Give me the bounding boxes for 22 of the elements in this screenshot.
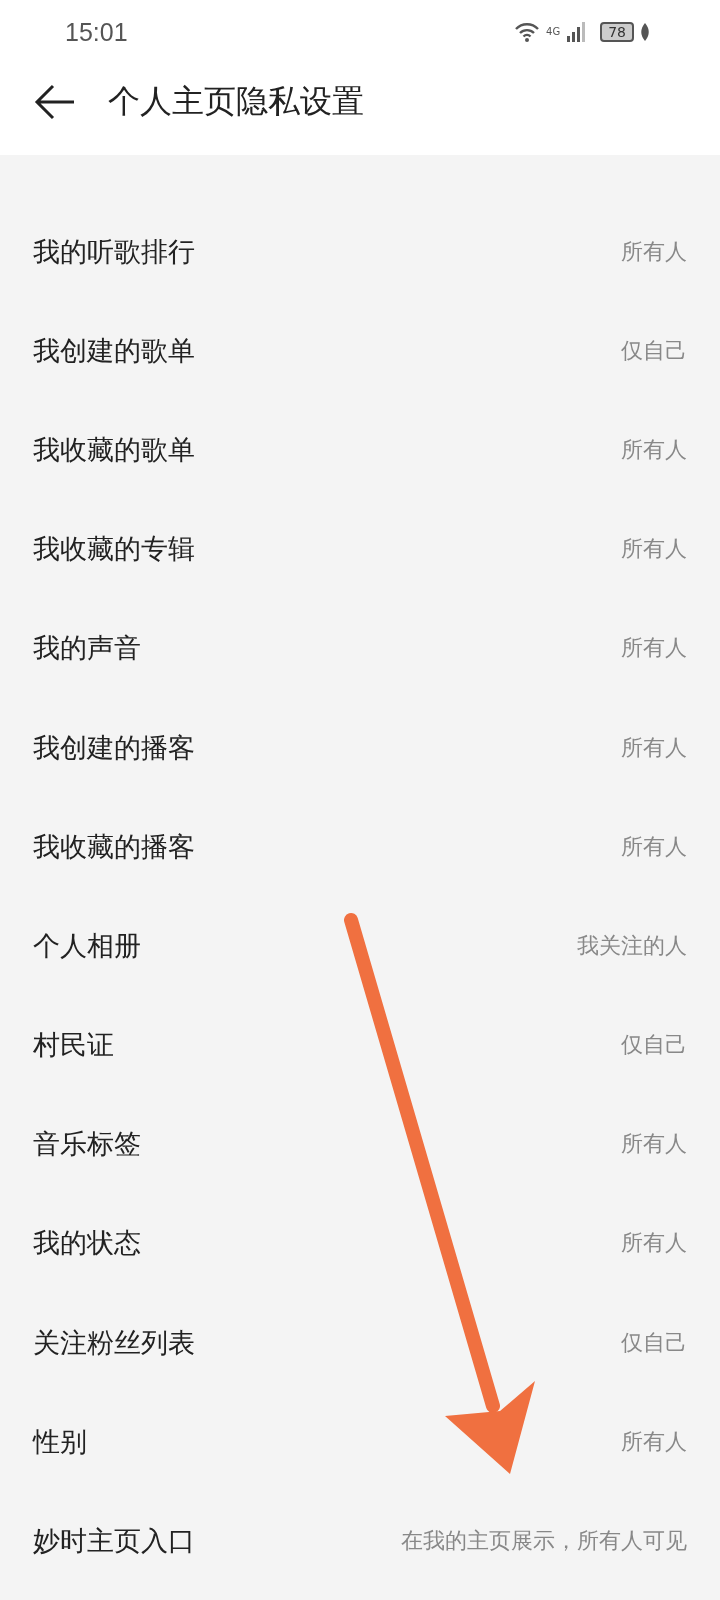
setting-row[interactable]: 我收藏的歌单 所有人 xyxy=(0,400,720,500)
setting-row[interactable]: 我收藏的专辑 所有人 xyxy=(0,499,720,599)
setting-row[interactable]: 个人相册 我关注的人 xyxy=(0,896,720,996)
setting-row[interactable]: 我创建的歌单 仅自己 xyxy=(0,301,720,401)
leaf-icon xyxy=(640,23,650,41)
status-time: 15:01 xyxy=(65,17,128,47)
setting-row[interactable]: 我的状态 所有人 xyxy=(0,1193,720,1294)
setting-row[interactable]: 音乐标签 所有人 xyxy=(0,1094,720,1194)
page-title: 个人主页隐私设置 xyxy=(108,81,364,122)
setting-row[interactable]: 我的声音 所有人 xyxy=(0,598,720,698)
setting-row[interactable]: 我收藏的播客 所有人 xyxy=(0,797,720,897)
signal-icon xyxy=(566,22,587,42)
setting-row[interactable]: 村民证 仅自己 xyxy=(0,995,720,1095)
setting-row[interactable]: 妙时主页入口 在我的主页展示，所有人可见 xyxy=(0,1491,720,1591)
setting-row[interactable]: 关注粉丝列表 仅自己 xyxy=(0,1293,720,1393)
network-type: 4G xyxy=(546,26,561,37)
setting-row[interactable]: 性别 所有人 xyxy=(0,1392,720,1492)
setting-row[interactable]: 我创建的播客 所有人 xyxy=(0,697,720,798)
wifi-icon xyxy=(514,22,541,42)
setting-row[interactable]: 我的听歌排行 所有人 xyxy=(0,202,720,302)
back-arrow-icon[interactable] xyxy=(34,84,76,120)
battery-indicator: 78 xyxy=(600,22,634,42)
